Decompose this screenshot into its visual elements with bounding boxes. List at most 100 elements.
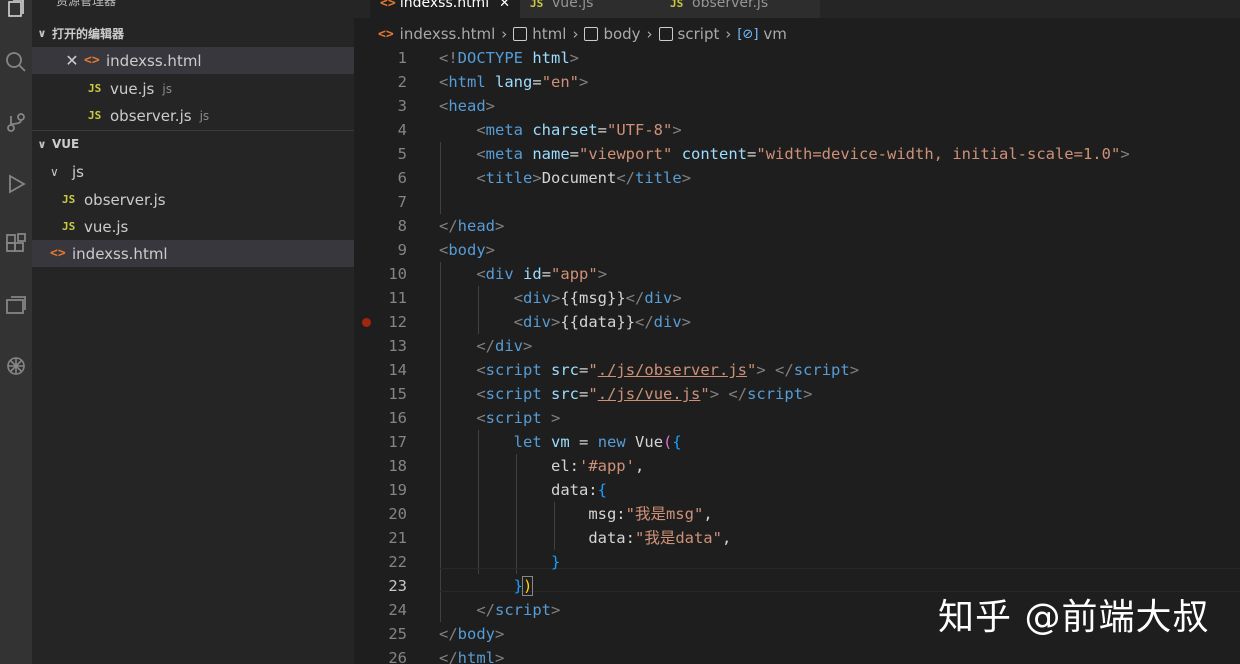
- line-number: 21: [388, 529, 407, 547]
- chevron-down-icon: ∨: [37, 26, 47, 40]
- chevron-right-icon: ›: [572, 25, 579, 43]
- code-line: 2 <html lang="en">: [354, 70, 1240, 94]
- chevron-right-icon: ›: [646, 25, 653, 43]
- line-number: 1: [397, 49, 407, 67]
- element-icon: [658, 27, 673, 41]
- code-line: 19 data:{: [354, 478, 1240, 502]
- line-number: 6: [397, 169, 407, 187]
- code-line: 14 <script src="./js/observer.js"> </scr…: [354, 358, 1240, 382]
- line-number: 18: [388, 457, 407, 475]
- html-file-icon: <>: [378, 26, 394, 42]
- code-line: 10 <div id="app">: [354, 262, 1240, 286]
- breadcrumb-item[interactable]: indexss.html: [400, 25, 496, 43]
- line-number: 2: [397, 73, 407, 91]
- line-number: 16: [388, 409, 407, 427]
- breadcrumb-item[interactable]: html: [532, 25, 566, 43]
- line-number: 25: [388, 625, 407, 643]
- explorer-title: 资源管理器: [56, 0, 117, 8]
- tree-item-vue[interactable]: JS vue.js: [32, 213, 354, 240]
- line-number: 7: [397, 193, 407, 211]
- open-editor-item-vue[interactable]: JS vue.js js: [32, 75, 354, 102]
- element-icon: [584, 27, 599, 41]
- line-number: 4: [397, 121, 407, 139]
- file-description: js: [162, 81, 172, 96]
- line-number: 13: [388, 337, 407, 355]
- code-line: 16 <script >: [354, 406, 1240, 430]
- tab-observer[interactable]: JS observer.js: [660, 0, 820, 18]
- activity-bar: [0, 0, 32, 664]
- code-line: 22 }: [354, 550, 1240, 574]
- js-file-icon: JS: [62, 220, 76, 233]
- line-number: 23: [388, 577, 407, 595]
- code-line: 17 let vm = new Vue({: [354, 430, 1240, 454]
- code-line: 20 msg:"我是msg",: [354, 502, 1240, 526]
- code-line: 1 <!DOCTYPE html>: [354, 46, 1240, 70]
- code-line: 7: [354, 190, 1240, 214]
- tree-item-indexss[interactable]: <> indexss.html: [32, 240, 354, 267]
- code-editor[interactable]: 1 <!DOCTYPE html> 2 <html lang="en"> 3 <hea…: [354, 46, 1240, 664]
- line-number: 10: [388, 265, 407, 283]
- tab-label: indexss.html: [399, 0, 490, 11]
- file-label: observer.js: [110, 106, 192, 125]
- js-file-icon: JS: [88, 109, 102, 122]
- workspace-label: VUE: [52, 137, 80, 151]
- code-line: 8 </head>: [354, 214, 1240, 238]
- line-number: 20: [388, 505, 407, 523]
- code-line: 26 </html>: [354, 646, 1240, 664]
- code-line: 5 <meta name="viewport" content="width=d…: [354, 142, 1240, 166]
- line-number: 15: [388, 385, 407, 403]
- html-file-icon: <>: [84, 53, 100, 68]
- explorer-icon[interactable]: [0, 0, 32, 26]
- tab-vue[interactable]: JS vue.js: [520, 0, 660, 18]
- code-line: 6 <title>Document</title>: [354, 166, 1240, 190]
- line-number: 14: [388, 361, 407, 379]
- code-line: 18 el:'#app',: [354, 454, 1240, 478]
- code-line: 12 <div>{{data}}</div>: [354, 310, 1240, 334]
- breadcrumb-item[interactable]: body: [603, 25, 640, 43]
- run-debug-icon[interactable]: [0, 168, 32, 200]
- open-editors-header[interactable]: ∨ 打开的编辑器: [32, 22, 354, 44]
- line-number: 9: [397, 241, 407, 259]
- folder-js[interactable]: ∨ js: [32, 158, 354, 185]
- line-number: 17: [388, 433, 407, 451]
- remote-explorer-icon[interactable]: [0, 290, 32, 322]
- line-number: 22: [388, 553, 407, 571]
- line-number: 5: [397, 145, 407, 163]
- code-line: 15 <script src="./js/vue.js"> </script>: [354, 382, 1240, 406]
- tree-item-observer[interactable]: JS observer.js: [32, 186, 354, 213]
- tab-label: vue.js: [552, 0, 594, 11]
- section-divider: [32, 130, 354, 131]
- line-number: 8: [397, 217, 407, 235]
- breadcrumb: <> indexss.html › html › body › script ›…: [354, 22, 1240, 46]
- breadcrumb-item[interactable]: script: [678, 25, 720, 43]
- breadcrumb-item[interactable]: vm: [763, 25, 787, 43]
- chevron-down-icon: ∨: [37, 137, 47, 151]
- openai-icon[interactable]: [0, 350, 32, 382]
- html-file-icon: <>: [50, 246, 66, 261]
- line-number: 12: [388, 313, 407, 331]
- variable-icon: [⊘]: [737, 26, 759, 42]
- chevron-right-icon: ›: [725, 25, 732, 43]
- code-line: 9 <body>: [354, 238, 1240, 262]
- search-icon[interactable]: [0, 46, 32, 78]
- line-number: 11: [388, 289, 407, 307]
- extensions-icon[interactable]: [0, 228, 32, 260]
- file-label: vue.js: [110, 79, 155, 98]
- workspace-header[interactable]: ∨ VUE: [32, 133, 354, 155]
- js-file-icon: JS: [670, 0, 684, 10]
- source-control-icon[interactable]: [0, 106, 32, 138]
- element-icon: [513, 27, 528, 41]
- line-number: 24: [388, 601, 407, 619]
- open-editor-item-indexss[interactable]: ✕ <> indexss.html: [32, 47, 354, 74]
- close-icon[interactable]: ✕: [60, 51, 84, 70]
- tab-bar: <> indexss.html ✕ JS vue.js JS observer.…: [354, 0, 1240, 18]
- file-label: vue.js: [84, 217, 129, 236]
- explorer-sidebar: 资源管理器 ∨ 打开的编辑器 ✕ <> indexss.html JS vue.…: [32, 0, 354, 664]
- code-line: 21 data:"我是data",: [354, 526, 1240, 550]
- tab-indexss[interactable]: <> indexss.html ✕: [370, 0, 520, 18]
- code-line: 4 <meta charset="UTF-8">: [354, 118, 1240, 142]
- line-number: 26: [388, 649, 407, 664]
- open-editor-item-observer[interactable]: JS observer.js js: [32, 102, 354, 129]
- close-icon[interactable]: ✕: [499, 0, 510, 11]
- chevron-right-icon: ›: [501, 25, 508, 43]
